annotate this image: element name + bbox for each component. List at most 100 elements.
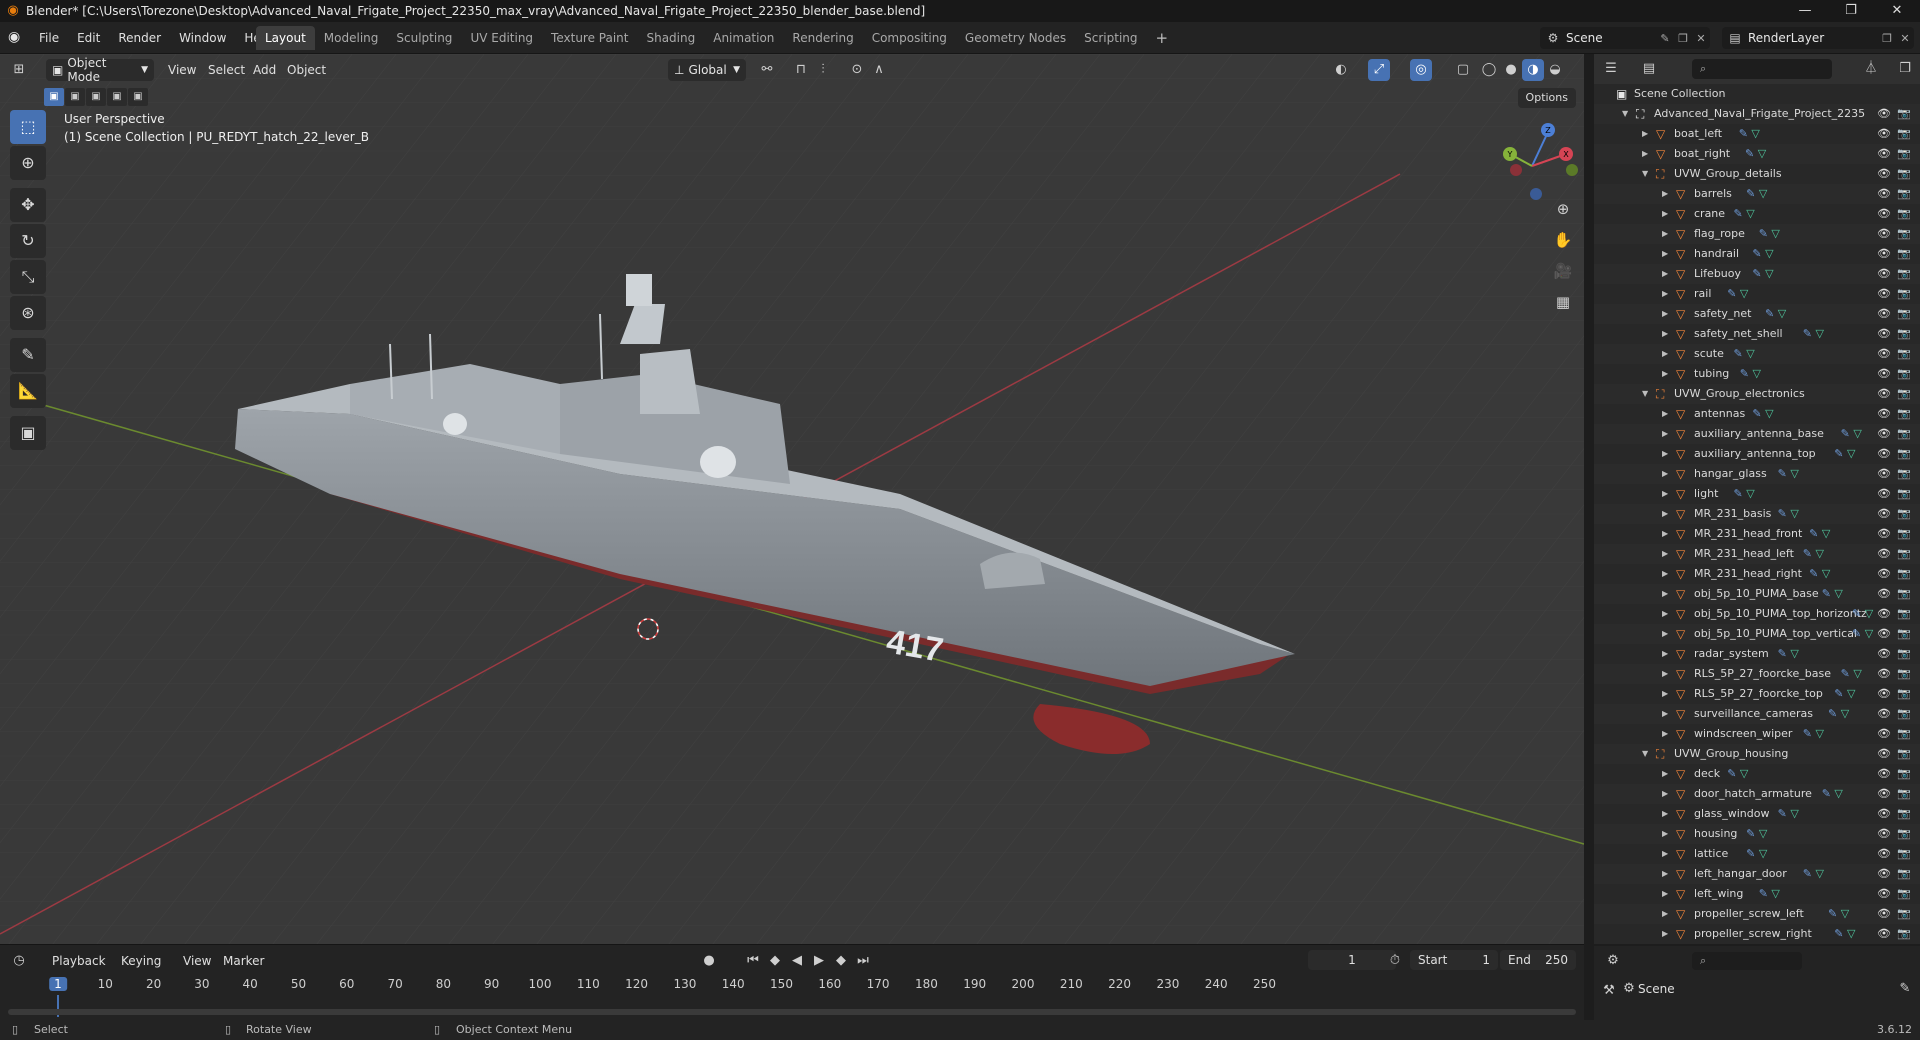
collapse-arrow-icon[interactable]: ▼: [1642, 164, 1648, 184]
outliner-item-label[interactable]: barrels: [1694, 184, 1732, 204]
outliner-row[interactable]: ▶ ▽ antennas ✎ ▽ 👁 📷: [1594, 404, 1920, 424]
outliner-row[interactable]: ▶ ▽ left_hangar_door ✎ ▽ 👁 📷: [1594, 864, 1920, 884]
expand-arrow-icon[interactable]: ▶: [1662, 584, 1668, 604]
xray-icon[interactable]: ▢: [1452, 59, 1474, 81]
rendered-shading-icon[interactable]: ◒: [1544, 59, 1566, 81]
outliner[interactable]: ☰ ▤ ⌕ ⏃ ❐ ▣ Scene Collection ▼ ⛶ Advanced_Na…: [1590, 54, 1920, 944]
visibility-eye-icon[interactable]: 👁: [1877, 744, 1891, 764]
collapse-arrow-icon[interactable]: ▼: [1622, 104, 1628, 124]
transform-tool-icon[interactable]: ⊛: [10, 296, 46, 330]
visibility-eye-icon[interactable]: 👁: [1877, 804, 1891, 824]
modifier-icon[interactable]: ✎ ▽: [1828, 904, 1849, 924]
outliner-item-label[interactable]: safety_net_shell: [1694, 324, 1783, 344]
modifier-icon[interactable]: ✎ ▽: [1746, 844, 1767, 864]
tab-modeling[interactable]: Modeling: [315, 26, 388, 50]
modifier-icon[interactable]: ✎ ▽: [1752, 264, 1773, 284]
outliner-item-label[interactable]: antennas: [1694, 404, 1745, 424]
expand-arrow-icon[interactable]: ▶: [1662, 544, 1668, 564]
outliner-item-label[interactable]: rail: [1694, 284, 1711, 304]
outliner-item-label[interactable]: surveillance_cameras: [1694, 704, 1813, 724]
visibility-eye-icon[interactable]: 👁: [1877, 104, 1891, 124]
modifier-icon[interactable]: ✎ ▽: [1746, 824, 1767, 844]
select-new-icon[interactable]: ▣: [44, 88, 64, 106]
visibility-eye-icon[interactable]: 👁: [1877, 204, 1891, 224]
expand-arrow-icon[interactable]: ▶: [1662, 924, 1668, 944]
expand-arrow-icon[interactable]: ▶: [1662, 524, 1668, 544]
render-camera-icon[interactable]: 📷: [1897, 304, 1911, 324]
zoom-icon[interactable]: ⊕: [1548, 194, 1578, 224]
outliner-item-label[interactable]: RLS_5P_27_foorcke_top: [1694, 684, 1823, 704]
outliner-editor-type-icon[interactable]: ☰: [1600, 58, 1622, 80]
modifier-icon[interactable]: ✎ ▽: [1852, 604, 1873, 624]
render-camera-icon[interactable]: 📷: [1897, 764, 1911, 784]
render-camera-icon[interactable]: 📷: [1897, 664, 1911, 684]
outliner-row[interactable]: ▶ ▽ RLS_5P_27_foorcke_base ✎ ▽ 👁 📷: [1594, 664, 1920, 684]
render-camera-icon[interactable]: 📷: [1897, 784, 1911, 804]
render-camera-icon[interactable]: 📷: [1897, 624, 1911, 644]
render-camera-icon[interactable]: 📷: [1897, 524, 1911, 544]
proportional-edit-icon[interactable]: ⊙: [846, 59, 868, 81]
menu-view[interactable]: View: [168, 59, 196, 81]
expand-arrow-icon[interactable]: ▶: [1662, 224, 1668, 244]
visibility-eye-icon[interactable]: 👁: [1877, 444, 1891, 464]
outliner-row[interactable]: ▶ ▽ propeller_screw_right ✎ ▽ 👁 📷: [1594, 924, 1920, 944]
modifier-icon[interactable]: ✎ ▽: [1778, 804, 1799, 824]
visibility-eye-icon[interactable]: 👁: [1877, 464, 1891, 484]
visibility-eye-icon[interactable]: 👁: [1877, 924, 1891, 944]
visibility-eye-icon[interactable]: 👁: [1877, 564, 1891, 584]
modifier-icon[interactable]: ✎ ▽: [1828, 704, 1849, 724]
expand-arrow-icon[interactable]: ▶: [1662, 784, 1668, 804]
end-frame-field[interactable]: End 250: [1500, 950, 1576, 970]
render-camera-icon[interactable]: 📷: [1897, 864, 1911, 884]
outliner-item-label[interactable]: light: [1694, 484, 1718, 504]
expand-arrow-icon[interactable]: ▶: [1642, 144, 1648, 164]
delete-scene-icon[interactable]: ✕: [1692, 32, 1710, 45]
visibility-eye-icon[interactable]: 👁: [1877, 344, 1891, 364]
annotate-tool-icon[interactable]: ✎: [10, 338, 46, 372]
visibility-eye-icon[interactable]: 👁: [1877, 504, 1891, 524]
outliner-row[interactable]: ▶ ▽ light ✎ ▽ 👁 📷: [1594, 484, 1920, 504]
outliner-row[interactable]: ▶ ▽ MR_231_head_right ✎ ▽ 👁 📷: [1594, 564, 1920, 584]
menu-object[interactable]: Object: [287, 59, 326, 81]
expand-arrow-icon[interactable]: ▶: [1662, 244, 1668, 264]
expand-arrow-icon[interactable]: ▶: [1662, 604, 1668, 624]
cursor-tool-icon[interactable]: ⊕: [10, 146, 46, 180]
render-camera-icon[interactable]: 📷: [1897, 504, 1911, 524]
outliner-item-label[interactable]: flag_rope: [1694, 224, 1745, 244]
outliner-row[interactable]: ▼ ⛶ UVW_Group_housing 👁 📷: [1594, 744, 1920, 764]
select-difference-icon[interactable]: ▣: [107, 88, 127, 106]
outliner-item-label[interactable]: propeller_screw_right: [1694, 924, 1812, 944]
visibility-eye-icon[interactable]: 👁: [1877, 284, 1891, 304]
collapse-arrow-icon[interactable]: ▼: [1642, 384, 1648, 404]
next-keyframe-icon[interactable]: ◆: [830, 950, 852, 972]
outliner-item-label[interactable]: UVW_Group_details: [1674, 164, 1782, 184]
modifier-icon[interactable]: ✎ ▽: [1739, 124, 1760, 144]
render-camera-icon[interactable]: 📷: [1897, 464, 1911, 484]
visibility-eye-icon[interactable]: 👁: [1877, 404, 1891, 424]
render-camera-icon[interactable]: 📷: [1897, 704, 1911, 724]
outliner-item-label[interactable]: door_hatch_armature: [1694, 784, 1812, 804]
visibility-eye-icon[interactable]: 👁: [1877, 604, 1891, 624]
expand-arrow-icon[interactable]: ▶: [1662, 564, 1668, 584]
expand-arrow-icon[interactable]: ▶: [1662, 824, 1668, 844]
expand-arrow-icon[interactable]: ▶: [1662, 424, 1668, 444]
modifier-icon[interactable]: ✎ ▽: [1778, 644, 1799, 664]
outliner-item-label[interactable]: propeller_screw_left: [1694, 904, 1804, 924]
render-camera-icon[interactable]: 📷: [1897, 564, 1911, 584]
close-icon[interactable]: ✕: [1874, 0, 1920, 22]
outliner-row[interactable]: ▼ ⛶ UVW_Group_electronics 👁 📷: [1594, 384, 1920, 404]
outliner-item-label[interactable]: crane: [1694, 204, 1725, 224]
outliner-item-label[interactable]: glass_window: [1694, 804, 1769, 824]
outliner-row[interactable]: ▶ ▽ propeller_screw_left ✎ ▽ 👁 📷: [1594, 904, 1920, 924]
outliner-row[interactable]: ▶ ▽ MR_231_head_front ✎ ▽ 👁 📷: [1594, 524, 1920, 544]
visibility-eye-icon[interactable]: 👁: [1877, 644, 1891, 664]
outliner-search-input[interactable]: ⌕: [1692, 59, 1832, 79]
outliner-item-label[interactable]: MR_231_basis: [1694, 504, 1771, 524]
outliner-row[interactable]: ▶ ▽ boat_left ✎ ▽ 👁 📷: [1594, 124, 1920, 144]
modifier-icon[interactable]: ✎ ▽: [1834, 444, 1855, 464]
blender-menu-icon[interactable]: ◉: [8, 29, 28, 47]
outliner-item-label[interactable]: windscreen_wiper: [1694, 724, 1792, 744]
new-scene-icon[interactable]: ❐: [1674, 32, 1692, 45]
move-tool-icon[interactable]: ✥: [10, 188, 46, 222]
outliner-row[interactable]: ▶ ▽ Lifebuoy ✎ ▽ 👁 📷: [1594, 264, 1920, 284]
